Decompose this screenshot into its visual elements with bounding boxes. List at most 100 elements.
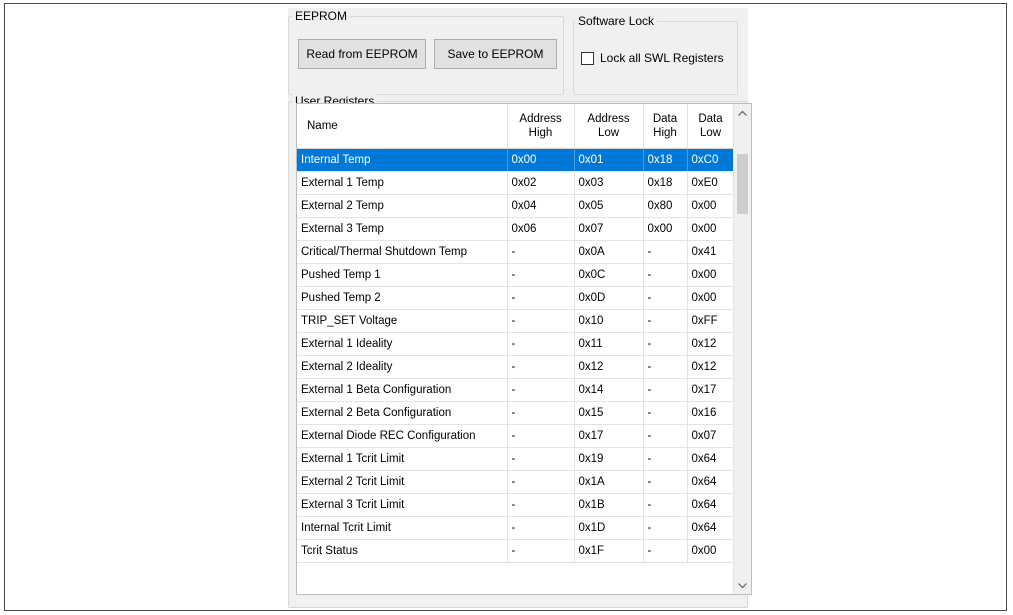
- table-row[interactable]: External 2 Beta Configuration -0x15-0x16: [297, 401, 735, 425]
- cell-name[interactable]: External 1 Beta Configuration: [297, 378, 508, 402]
- cell-name[interactable]: Internal Tcrit Limit: [297, 516, 508, 540]
- cell-address-high[interactable]: -: [507, 286, 575, 310]
- cell-data-low[interactable]: 0x64: [687, 516, 735, 540]
- cell-data-low[interactable]: 0xE0: [687, 171, 735, 195]
- cell-address-low[interactable]: 0x01: [574, 148, 644, 172]
- chevron-up-icon[interactable]: [734, 104, 751, 121]
- cell-name[interactable]: External 2 Temp: [297, 194, 508, 218]
- cell-name[interactable]: TRIP_SET Voltage: [297, 309, 508, 333]
- cell-address-low[interactable]: 0x12: [574, 355, 644, 379]
- cell-data-high[interactable]: -: [643, 378, 688, 402]
- cell-name[interactable]: External Diode REC Configuration: [297, 424, 508, 448]
- cell-data-high[interactable]: -: [643, 516, 688, 540]
- cell-name[interactable]: External 1 Tcrit Limit: [297, 447, 508, 471]
- table-row[interactable]: Internal Temp 0x00 0x01 0x18 0xC0: [297, 148, 735, 172]
- cell-data-high[interactable]: -: [643, 447, 688, 471]
- cell-name[interactable]: External 2 Beta Configuration: [297, 401, 508, 425]
- cell-data-low[interactable]: 0x41: [687, 240, 735, 264]
- cell-data-high[interactable]: 0x18: [643, 148, 688, 172]
- cell-address-high[interactable]: -: [507, 424, 575, 448]
- cell-data-low[interactable]: 0x17: [687, 378, 735, 402]
- cell-address-high[interactable]: -: [507, 355, 575, 379]
- table-row[interactable]: External 2 Temp 0x04 0x05 0x80 0x00: [297, 194, 735, 218]
- cell-data-high[interactable]: -: [643, 332, 688, 356]
- cell-data-low[interactable]: 0x16: [687, 401, 735, 425]
- table-row[interactable]: External 2 Ideality -0x12-0x12: [297, 355, 735, 379]
- table-row[interactable]: External Diode REC Configuration -0x17-0x…: [297, 424, 735, 448]
- cell-address-high[interactable]: 0x00: [507, 148, 575, 172]
- cell-address-high[interactable]: -: [507, 493, 575, 517]
- cell-data-high[interactable]: 0x80: [643, 194, 688, 218]
- cell-name[interactable]: Tcrit Status: [297, 539, 508, 563]
- table-row[interactable]: External 3 Temp 0x06 0x07 0x00 0x00: [297, 217, 735, 241]
- column-header-name[interactable]: Name: [297, 104, 508, 149]
- cell-address-low[interactable]: 0x1D: [574, 516, 644, 540]
- cell-data-high[interactable]: -: [643, 539, 688, 563]
- cell-address-high[interactable]: 0x04: [507, 194, 575, 218]
- cell-data-low[interactable]: 0x12: [687, 355, 735, 379]
- chevron-down-icon[interactable]: [734, 577, 751, 594]
- cell-name[interactable]: External 2 Ideality: [297, 355, 508, 379]
- table-row[interactable]: Critical/Thermal Shutdown Temp -0x0A -0x41: [297, 240, 735, 264]
- cell-address-low[interactable]: 0x1B: [574, 493, 644, 517]
- cell-data-low[interactable]: 0x64: [687, 470, 735, 494]
- cell-address-low[interactable]: 0x19: [574, 447, 644, 471]
- cell-data-low[interactable]: 0xC0: [687, 148, 735, 172]
- cell-data-high[interactable]: -: [643, 493, 688, 517]
- cell-name[interactable]: External 1 Ideality: [297, 332, 508, 356]
- cell-name[interactable]: Critical/Thermal Shutdown Temp: [297, 240, 508, 264]
- cell-data-high[interactable]: -: [643, 470, 688, 494]
- cell-address-high[interactable]: 0x02: [507, 171, 575, 195]
- cell-address-low[interactable]: 0x03: [574, 171, 644, 195]
- table-row[interactable]: External 1 Temp 0x02 0x03 0x18 0xE0: [297, 171, 735, 195]
- cell-data-high[interactable]: 0x18: [643, 171, 688, 195]
- cell-address-low[interactable]: 0x07: [574, 217, 644, 241]
- cell-name[interactable]: External 1 Temp: [297, 171, 508, 195]
- cell-name[interactable]: Pushed Temp 2: [297, 286, 508, 310]
- cell-address-low[interactable]: 0x17: [574, 424, 644, 448]
- cell-address-low[interactable]: 0x11: [574, 332, 644, 356]
- cell-address-low[interactable]: 0x14: [574, 378, 644, 402]
- vertical-scrollbar[interactable]: [733, 104, 751, 594]
- cell-data-high[interactable]: 0x00: [643, 217, 688, 241]
- cell-address-low[interactable]: 0x05: [574, 194, 644, 218]
- cell-data-low[interactable]: 0x07: [687, 424, 735, 448]
- cell-data-low[interactable]: 0x00: [687, 217, 735, 241]
- cell-address-high[interactable]: -: [507, 470, 575, 494]
- cell-address-high[interactable]: -: [507, 263, 575, 287]
- cell-name[interactable]: Pushed Temp 1: [297, 263, 508, 287]
- cell-address-low[interactable]: 0x0A: [574, 240, 644, 264]
- cell-address-high[interactable]: -: [507, 240, 575, 264]
- column-header-data-high[interactable]: Data High: [643, 104, 688, 149]
- cell-address-low[interactable]: 0x10: [574, 309, 644, 333]
- cell-data-low[interactable]: 0x64: [687, 493, 735, 517]
- table-row[interactable]: External 3 Tcrit Limit -0x1B -0x64: [297, 493, 735, 517]
- cell-address-high[interactable]: -: [507, 332, 575, 356]
- table-row[interactable]: External 1 Beta Configuration -0x14-0x17: [297, 378, 735, 402]
- cell-data-high[interactable]: -: [643, 309, 688, 333]
- table-row[interactable]: External 2 Tcrit Limit -0x1A -0x64: [297, 470, 735, 494]
- read-eeprom-button[interactable]: Read from EEPROM: [298, 39, 426, 69]
- table-row[interactable]: External 1 Tcrit Limit -0x19-0x64: [297, 447, 735, 471]
- cell-data-high[interactable]: -: [643, 355, 688, 379]
- cell-address-high[interactable]: -: [507, 309, 575, 333]
- table-row[interactable]: Tcrit Status -0x1F -0x00: [297, 539, 735, 563]
- cell-address-low[interactable]: 0x0C: [574, 263, 644, 287]
- table-row[interactable]: Pushed Temp 2-0x0D -0x00: [297, 286, 735, 310]
- cell-data-high[interactable]: -: [643, 401, 688, 425]
- cell-data-high[interactable]: -: [643, 263, 688, 287]
- cell-name[interactable]: Internal Temp: [297, 148, 508, 172]
- cell-name[interactable]: External 2 Tcrit Limit: [297, 470, 508, 494]
- cell-name[interactable]: External 3 Tcrit Limit: [297, 493, 508, 517]
- cell-address-high[interactable]: -: [507, 378, 575, 402]
- scrollbar-thumb[interactable]: [737, 154, 748, 214]
- cell-address-high[interactable]: -: [507, 516, 575, 540]
- cell-address-high[interactable]: -: [507, 447, 575, 471]
- cell-data-high[interactable]: -: [643, 286, 688, 310]
- column-header-address-high[interactable]: Address High: [507, 104, 575, 149]
- cell-address-high[interactable]: -: [507, 539, 575, 563]
- save-eeprom-button[interactable]: Save to EEPROM: [434, 39, 557, 69]
- table-row[interactable]: Internal Tcrit Limit -0x1D -0x64: [297, 516, 735, 540]
- cell-data-low[interactable]: 0x00: [687, 539, 735, 563]
- lock-swl-checkbox[interactable]: [581, 52, 594, 65]
